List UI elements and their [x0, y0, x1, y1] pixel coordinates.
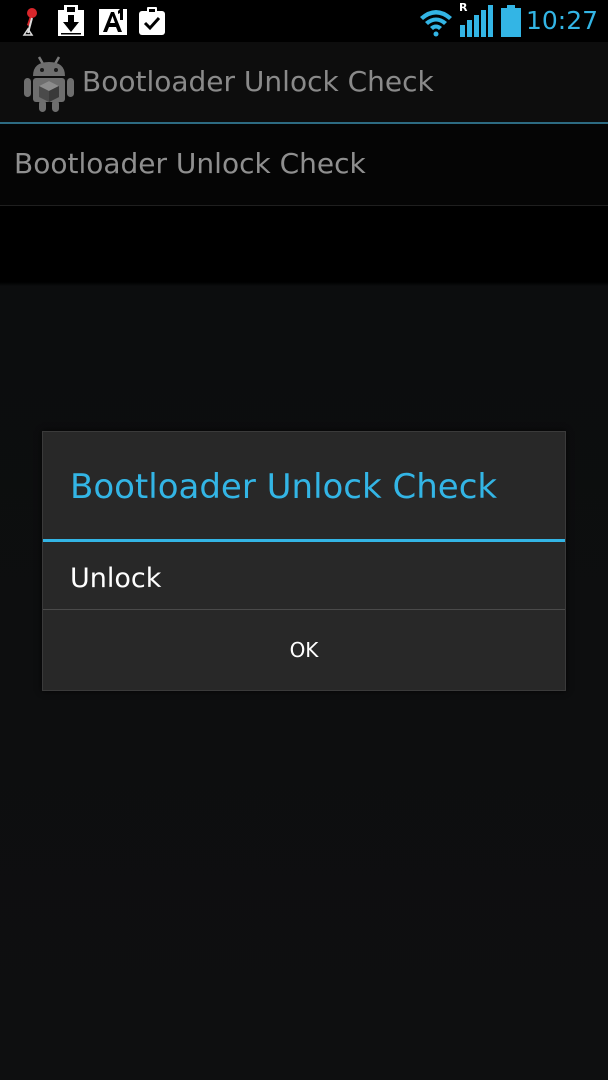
alert-dialog: Bootloader Unlock Check Unlock OK [42, 431, 566, 691]
action-bar: Bootloader Unlock Check [0, 42, 608, 124]
dialog-title: Bootloader Unlock Check [70, 467, 498, 507]
preference-item[interactable]: Bootloader Unlock Check [0, 124, 608, 206]
action-bar-title: Bootloader Unlock Check [82, 65, 434, 98]
dialog-message: Unlock [70, 563, 162, 594]
battery-icon [500, 5, 522, 41]
signal-icon [459, 5, 493, 41]
clock: 10:27 [525, 6, 598, 35]
dialog-title-divider [43, 539, 565, 542]
wifi-icon [418, 5, 454, 41]
ok-button[interactable]: OK [43, 610, 565, 690]
clipboard-check-icon [138, 5, 166, 41]
preference-item-title: Bootloader Unlock Check [14, 147, 366, 180]
a1-app-icon [98, 5, 128, 41]
screen: R 10:27 Bootloader Unlock Check Bootload… [0, 0, 608, 1080]
pin-icon [20, 5, 44, 41]
download-icon [56, 5, 86, 41]
status-bar: R 10:27 [0, 0, 608, 42]
android-robot-icon[interactable] [24, 54, 74, 112]
